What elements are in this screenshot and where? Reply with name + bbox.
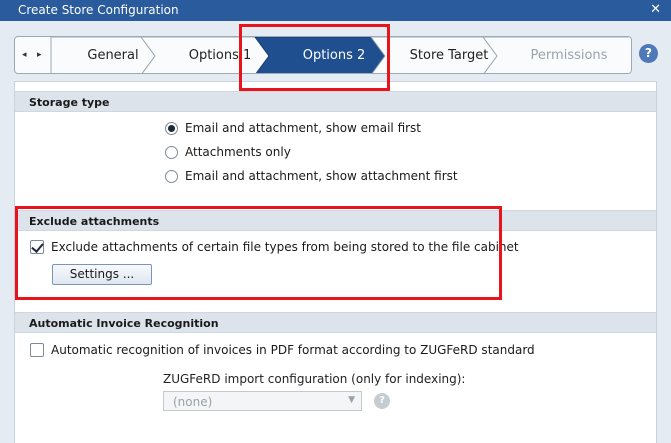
exclude-attachments-checkbox[interactable]: Exclude attachments of certain file type… bbox=[30, 240, 519, 254]
close-icon[interactable]: ✕ bbox=[650, 2, 661, 17]
radio-attachments-only[interactable]: Attachments only bbox=[165, 145, 291, 159]
help-icon[interactable]: ? bbox=[639, 44, 658, 63]
dialog-body: ◂ ▸ General Options 1 Options 2 Store Ta… bbox=[0, 21, 671, 443]
step-store-target[interactable]: Store Target bbox=[395, 48, 503, 63]
exclude-attachments-header: Exclude attachments bbox=[15, 210, 656, 231]
checkbox-checked[interactable] bbox=[30, 240, 44, 254]
wizard-steps: ◂ ▸ General Options 1 Options 2 Store Ta… bbox=[14, 36, 632, 74]
zugferd-checkbox[interactable]: Automatic recognition of invoices in PDF… bbox=[30, 343, 535, 357]
radio-button[interactable] bbox=[165, 169, 178, 183]
settings-button[interactable]: Settings ... bbox=[52, 264, 152, 285]
step-options-2[interactable]: Options 2 bbox=[275, 48, 393, 63]
zugferd-config-label: ZUGFeRD import configuration (only for i… bbox=[163, 372, 466, 386]
step-options-1[interactable]: Options 1 bbox=[165, 48, 275, 63]
dropdown-value: (none) bbox=[173, 395, 213, 409]
radio-label: Email and attachment, show email first bbox=[185, 121, 422, 135]
radio-email-first[interactable]: Email and attachment, show email first bbox=[165, 121, 421, 135]
next-arrow-icon[interactable]: ▸ bbox=[37, 49, 42, 60]
checkbox[interactable] bbox=[30, 343, 44, 357]
radio-attachment-first[interactable]: Email and attachment, show attachment fi… bbox=[165, 169, 458, 183]
checkbox-label: Exclude attachments of certain file type… bbox=[51, 240, 519, 254]
chevron-down-icon: ▼ bbox=[348, 395, 355, 405]
radio-button-selected[interactable] bbox=[165, 121, 178, 135]
invoice-recognition-header: Automatic Invoice Recognition bbox=[15, 312, 656, 333]
window-title: Create Store Configuration bbox=[18, 3, 179, 17]
prev-arrow-icon[interactable]: ◂ bbox=[22, 49, 27, 60]
step-permissions: Permissions bbox=[530, 48, 608, 63]
radio-label: Email and attachment, show attachment fi… bbox=[185, 169, 458, 183]
options-panel: Storage type Email and attachment, show … bbox=[14, 81, 657, 443]
radio-button[interactable] bbox=[165, 145, 178, 159]
storage-type-header: Storage type bbox=[15, 91, 656, 112]
zugferd-config-dropdown[interactable]: (none) ▼ bbox=[163, 391, 362, 411]
step-general[interactable]: General bbox=[70, 48, 156, 63]
checkbox-label: Automatic recognition of invoices in PDF… bbox=[51, 343, 535, 357]
title-bar: Create Store Configuration ✕ bbox=[0, 0, 671, 21]
help-icon-small: ? bbox=[374, 393, 390, 409]
radio-label: Attachments only bbox=[185, 145, 291, 159]
